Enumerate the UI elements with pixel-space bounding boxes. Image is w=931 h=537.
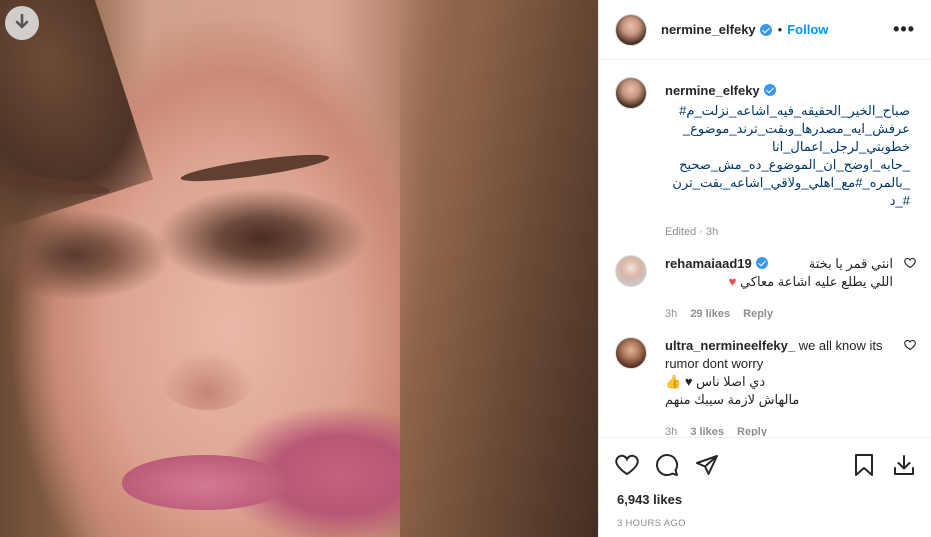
post-photo[interactable] xyxy=(0,0,598,537)
more-icon[interactable]: ••• xyxy=(893,19,915,40)
red-heart-emoji: ♥ xyxy=(728,274,737,289)
verified-icon xyxy=(759,23,772,36)
comment-text-line2: اللي يطلع عليه اشاعة معاكي xyxy=(739,274,893,289)
bookmark-button[interactable] xyxy=(844,445,884,485)
separator-dot: • xyxy=(777,22,783,37)
share-button[interactable] xyxy=(687,445,727,485)
author-avatar[interactable] xyxy=(615,13,647,46)
comment-heart-icon[interactable] xyxy=(904,339,916,351)
likes-count[interactable]: 6,943 likes xyxy=(617,492,682,507)
download-button[interactable] xyxy=(5,6,39,40)
share-icon xyxy=(696,454,718,475)
caption-username[interactable]: nermine_elfeky xyxy=(665,83,760,98)
comment-time[interactable]: 3h xyxy=(665,426,677,436)
post-panel: nermine_elfeky • Follow ••• nermine_elfe… xyxy=(598,0,931,537)
comment-time[interactable]: 3h xyxy=(665,308,677,320)
comment-item: rehamaiaad19 انتي قمر يا بختة اللي يطلع … xyxy=(615,255,916,323)
commenter-avatar[interactable] xyxy=(615,337,647,369)
verified-icon xyxy=(755,257,768,269)
save-download-button[interactable] xyxy=(884,445,924,485)
post-header: nermine_elfeky • Follow ••• xyxy=(599,0,931,60)
author-username[interactable]: nermine_elfeky xyxy=(661,22,756,37)
caption-line[interactable]: صباح_الخير_الحقيقه_فيه_اشاعه_نزلت_م# xyxy=(665,102,910,120)
comment-reply[interactable]: Reply xyxy=(737,426,767,436)
post-time[interactable]: 3 HOURS AGO xyxy=(617,518,686,529)
commenter-username[interactable]: rehamaiaad19 xyxy=(665,256,752,271)
caption-line[interactable]: خطوبتي_لرجل_اعمال_انا xyxy=(665,138,910,156)
caption-text: صباح_الخير_الحقيقه_فيه_اشاعه_نزلت_م# عرف… xyxy=(665,102,910,210)
comment-button[interactable] xyxy=(647,445,687,485)
verified-icon xyxy=(763,84,776,96)
comment-text-line2: دي اصلا ناس ♥ xyxy=(684,374,766,389)
thumbs-up-emoji: 👍 xyxy=(665,374,682,389)
heart-icon xyxy=(615,454,639,475)
comment-text-line1: انتي قمر يا بختة xyxy=(808,256,893,271)
download-icon xyxy=(15,14,29,29)
comment-item: ultra_nermineelfeky_ we all know its rum… xyxy=(615,337,916,436)
download-icon xyxy=(894,454,914,475)
photo-nose xyxy=(160,350,255,410)
caption-line[interactable]: #_د xyxy=(665,192,910,210)
caption-edited: Edited · 3h xyxy=(665,226,719,238)
photo-hair-right xyxy=(400,0,598,537)
caption-line[interactable]: _بالمره_#مع_اهلي_ولاقي_اشاعه_بقت_ترن xyxy=(665,174,910,192)
comment-icon xyxy=(656,453,679,476)
bookmark-icon xyxy=(855,453,873,476)
photo-lips xyxy=(122,455,287,510)
comment-reply[interactable]: Reply xyxy=(743,308,773,320)
caption-line[interactable]: _حابه_اوضح_ان_الموضوع_ده_مش_صحيح xyxy=(665,156,910,174)
like-button[interactable] xyxy=(607,445,647,485)
commenter-avatar[interactable] xyxy=(615,255,647,287)
follow-button[interactable]: Follow xyxy=(787,22,828,37)
caption-avatar[interactable] xyxy=(615,77,647,109)
caption: nermine_elfeky صباح_الخير_الحقيقه_فيه_اش… xyxy=(615,77,916,238)
comment-likes[interactable]: 29 likes xyxy=(690,308,730,320)
comment-heart-icon[interactable] xyxy=(904,257,916,269)
caption-line[interactable]: عرفش_ايه_مصدرها_وبقت_ترند_موضوع_ xyxy=(665,120,910,138)
comment-text-line3: مالهاش لازمة سيبك منهم xyxy=(665,392,800,407)
action-bar xyxy=(599,437,931,491)
commenter-username[interactable]: ultra_nermineelfeky_ xyxy=(665,338,795,353)
photo-brow-right xyxy=(179,149,331,187)
comment-likes[interactable]: 3 likes xyxy=(690,426,724,436)
comments-section[interactable]: nermine_elfeky صباح_الخير_الحقيقه_فيه_اش… xyxy=(599,61,931,436)
